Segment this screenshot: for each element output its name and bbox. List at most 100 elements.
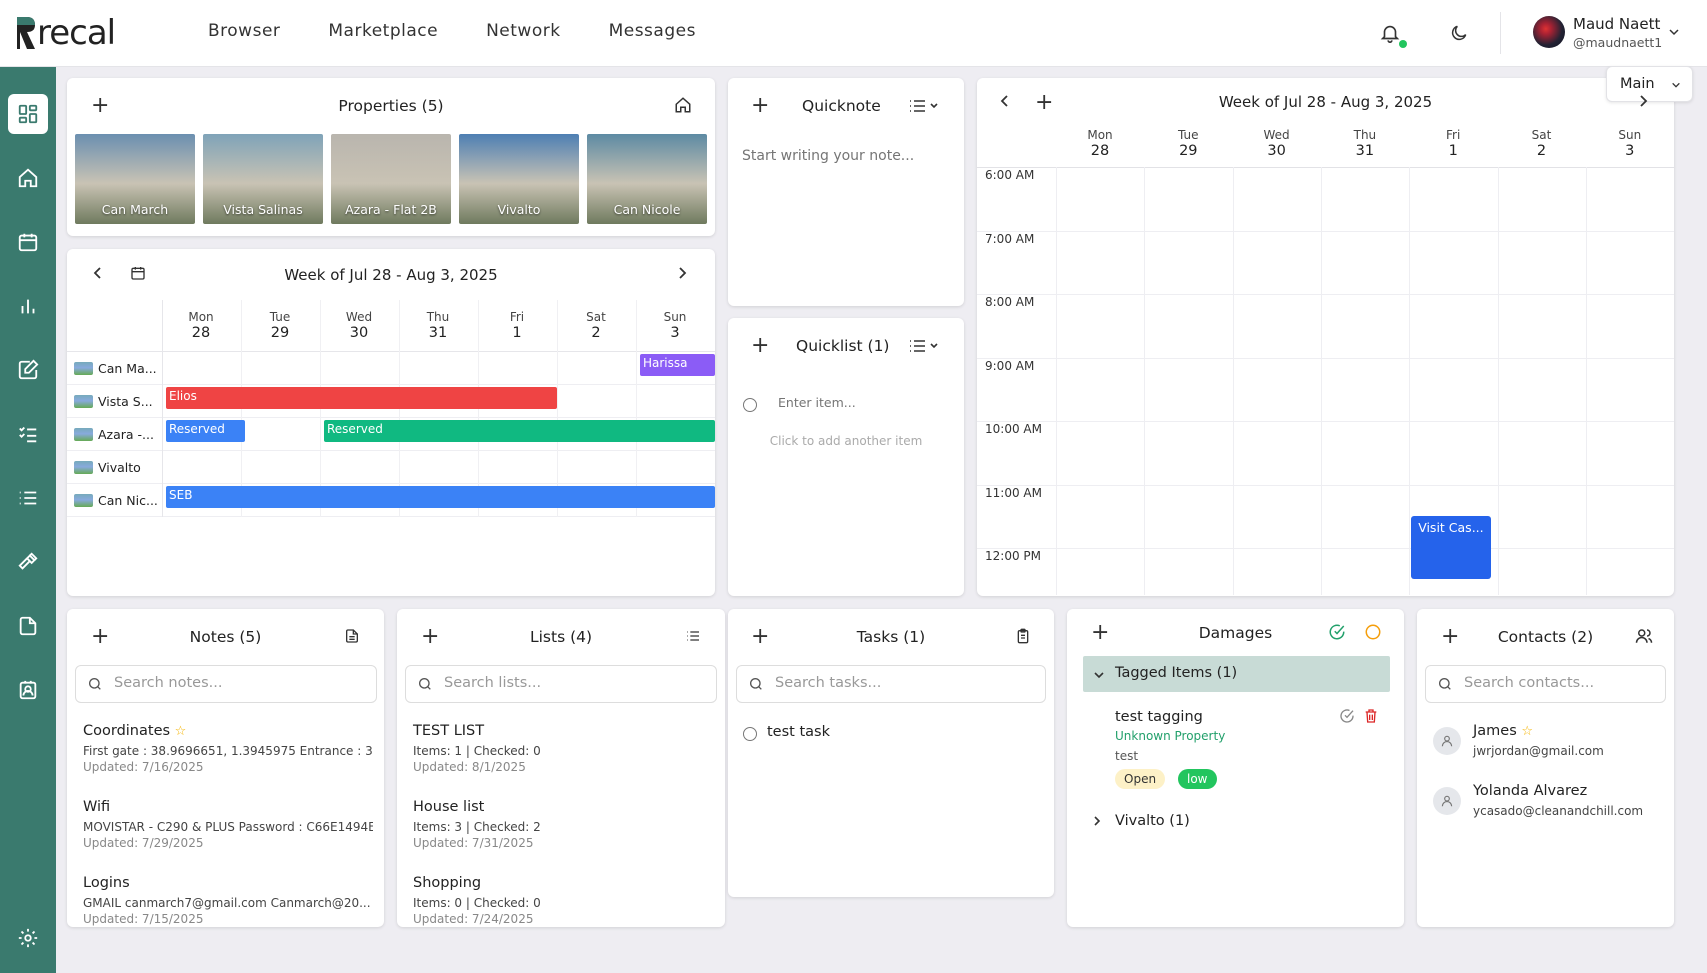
property-thumb-icon [74,395,93,408]
note-preview: MOVISTAR - C290 & PLUS Password : C66E14… [83,820,373,834]
property-row-label[interactable]: Can Ma... [74,361,157,376]
add-quicklist-button[interactable]: + [751,335,769,357]
list-menu-icon[interactable] [909,99,939,113]
day-of-week: Fri [1446,128,1461,142]
list-title: TEST LIST [413,723,485,739]
day-number: 30 [349,325,369,341]
users-icon[interactable] [1635,627,1653,645]
booking-bar[interactable]: Harissa [640,354,715,376]
app-logo[interactable]: recal [15,15,116,51]
calendar-icon[interactable] [8,222,48,262]
damage-group-vivalto[interactable]: Vivalto (1) [1091,813,1190,829]
quicklist-item-input[interactable] [778,395,938,410]
booking-bar[interactable]: Elios [166,387,557,409]
day-header: Sat 2 [1503,128,1581,159]
day-of-week: Mon [188,310,214,324]
day-of-week: Wed [345,310,373,324]
check-circle-icon[interactable] [1339,708,1355,724]
damages-title: Damages [1198,624,1273,642]
divider [1500,12,1501,54]
property-row-label[interactable]: Vista S... [74,394,153,409]
task-title[interactable]: test task [767,724,830,740]
item-checkbox[interactable] [743,398,757,412]
task-checkbox[interactable] [743,727,757,741]
document-icon[interactable] [8,606,48,646]
star-icon[interactable]: ☆ [175,724,187,739]
property-thumbnail[interactable]: Vista Salinas [203,134,323,224]
main-nav: Browser Marketplace Network Messages [208,21,696,41]
notes-edit-icon[interactable] [8,350,48,390]
list-counts: Items: 0 | Checked: 0 [413,896,541,910]
star-icon[interactable]: ☆ [1521,724,1533,739]
chevron-right-icon[interactable] [1636,94,1650,108]
contact-name: James [1473,723,1517,739]
list-title: House list [413,799,485,815]
add-item-hint[interactable]: Click to add another item [728,434,964,448]
booking-bar[interactable]: Reserved [166,420,245,442]
notes-search-input[interactable] [114,675,324,691]
notes-title: Notes (5) [189,628,262,646]
chevron-right-icon[interactable] [675,266,689,280]
damage-title[interactable]: test tagging [1115,709,1203,725]
day-header: Sun 3 [636,310,714,341]
properties-title: Properties (5) [338,97,444,115]
property-thumbnail[interactable]: Vivalto [459,134,579,224]
status-badge: Open [1115,769,1166,789]
day-number: 3 [670,325,680,341]
bell-icon[interactable] [1377,20,1407,48]
property-row-label[interactable]: Can Nic... [74,493,158,508]
day-of-week: Sun [1618,128,1642,142]
tagged-items-header[interactable]: Tagged Items (1) [1083,656,1390,692]
damage-property[interactable]: Unknown Property [1115,729,1225,743]
contacts-search-input[interactable] [1464,675,1632,691]
gear-icon[interactable] [8,918,48,958]
day-number: 3 [1625,143,1635,159]
tagged-items-label: Tagged Items (1) [1115,665,1238,681]
clipboard-icon[interactable] [1015,627,1031,645]
analytics-icon[interactable] [8,286,48,326]
property-thumb-icon [74,362,93,375]
nav-browser[interactable]: Browser [208,21,280,41]
tasks-search-input[interactable] [775,675,991,691]
calendar-event[interactable]: Visit Cas... [1411,516,1492,579]
user-icon [1433,727,1461,755]
property-thumbnail[interactable]: Azara - Flat 2B [331,134,451,224]
property-row-label[interactable]: Azara -... [74,427,154,442]
contacts-icon[interactable] [8,670,48,710]
day-of-week: Tue [269,310,291,324]
property-row-label[interactable]: Vivalto [74,460,141,475]
list-counts: Items: 1 | Checked: 0 [413,744,541,758]
dashboard-icon[interactable] [8,94,48,134]
home-icon[interactable] [674,96,692,114]
list-icon[interactable] [8,478,48,518]
list-icon[interactable] [685,628,701,644]
user-icon [1433,787,1461,815]
property-name: Can March [101,202,169,217]
checklist-icon[interactable] [8,414,48,454]
property-thumbnail[interactable]: Can Nicole [587,134,707,224]
nav-network[interactable]: Network [486,21,560,41]
booking-bar[interactable]: Reserved [324,420,715,442]
circle-icon[interactable] [1364,623,1382,641]
day-header: Tue 29 [241,310,319,341]
moon-icon[interactable] [1446,20,1472,46]
lists-search-input[interactable] [444,675,661,691]
day-number: 1 [512,325,522,341]
nav-messages[interactable]: Messages [609,21,696,41]
property-thumbnail[interactable]: Can March [75,134,195,224]
list-menu-icon[interactable] [909,339,939,353]
nav-marketplace[interactable]: Marketplace [328,21,438,41]
check-circle-icon[interactable] [1328,623,1346,641]
booking-bar[interactable]: SEB [166,486,715,508]
trash-icon[interactable] [1363,708,1379,724]
lists-search [405,665,717,703]
avatar[interactable] [1533,16,1565,48]
quicknote-textarea[interactable] [742,148,952,288]
document-icon[interactable] [344,627,360,645]
hammer-icon[interactable] [8,542,48,582]
home-icon[interactable] [8,158,48,198]
add-quicknote-button[interactable]: + [751,95,769,117]
day-of-week: Sun [663,310,687,324]
day-of-week: Mon [1087,128,1113,142]
chevron-down-icon[interactable] [1668,26,1680,38]
